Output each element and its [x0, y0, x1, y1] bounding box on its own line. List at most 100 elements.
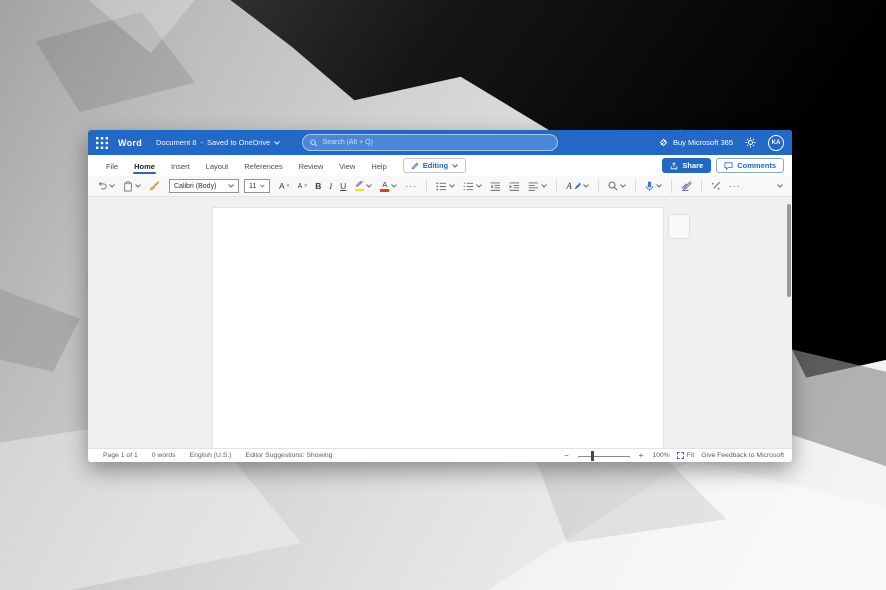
italic-glyph: I [329, 182, 332, 191]
tab-review[interactable]: Review [291, 158, 332, 174]
document-title-menu[interactable]: Document 8 - Saved to OneDrive [156, 138, 280, 147]
chevron-down-icon [109, 184, 115, 188]
chevron-down-icon [391, 184, 397, 188]
numbered-list-icon [463, 182, 474, 191]
toolbar-divider [556, 180, 557, 193]
avatar-initials: KA [772, 140, 781, 146]
magic-wand-icon [711, 181, 721, 191]
menubar-right: Share Comments [662, 158, 784, 173]
comment-margin-stub[interactable] [668, 214, 690, 239]
magnifier-icon [608, 181, 618, 191]
dictate-button[interactable] [642, 179, 665, 194]
designer-button[interactable] [708, 179, 724, 193]
caret-down-mark: ˅ [304, 183, 307, 189]
status-bar: Page 1 of 1 0 words English (U.S.) Edito… [88, 448, 792, 462]
buy-microsoft-365-button[interactable]: Buy Microsoft 365 [659, 138, 733, 147]
document-title: Document 8 [156, 138, 196, 147]
zoom-slider[interactable] [578, 451, 630, 461]
numbered-list-button[interactable] [460, 180, 485, 193]
font-color-glyph: A [382, 181, 387, 189]
underline-button[interactable]: U [337, 180, 349, 193]
fit-to-page-button[interactable]: Fit [677, 452, 695, 459]
tab-insert[interactable]: Insert [163, 158, 198, 174]
ellipsis-icon: ··· [405, 182, 417, 191]
decrease-indent-button[interactable] [487, 180, 504, 193]
account-avatar[interactable]: KA [768, 135, 784, 151]
paste-button[interactable] [120, 179, 144, 194]
chevron-down-icon [541, 184, 547, 188]
italic-button[interactable]: I [326, 180, 335, 193]
word-app-window: Word Document 8 - Saved to OneDrive Bu [88, 130, 792, 462]
comment-icon [724, 162, 733, 170]
zoom-level[interactable]: 100% [652, 452, 669, 459]
editing-mode-dropdown[interactable]: Editing [403, 158, 466, 173]
highlight-color-swatch [355, 189, 364, 192]
toolbar-divider [635, 180, 636, 193]
zoom-out-button[interactable]: − [562, 451, 571, 460]
share-icon [670, 162, 678, 170]
collapse-ribbon-button[interactable] [774, 182, 786, 190]
word-count-status[interactable]: 0 words [145, 452, 183, 459]
chevron-down-icon [274, 141, 280, 145]
vertical-scrollbar[interactable] [787, 204, 791, 297]
shrink-font-button[interactable]: A˅ [295, 181, 311, 192]
chevron-down-icon [656, 184, 662, 188]
highlighter-icon [354, 181, 364, 192]
chevron-down-icon [620, 184, 626, 188]
grow-font-button[interactable]: A˄ [276, 180, 293, 193]
more-font-options-button[interactable]: ··· [402, 180, 420, 193]
font-color-icon: A [380, 181, 389, 192]
chevron-down-icon [260, 184, 265, 188]
home-ribbon-toolbar: Calibri (Body) 11 A˄ A˅ B I U [88, 176, 792, 197]
document-canvas [88, 197, 792, 448]
buy-label: Buy Microsoft 365 [673, 138, 733, 147]
editor-suggestions-status[interactable]: Editor Suggestions: Showing [239, 452, 340, 459]
share-button[interactable]: Share [662, 158, 711, 173]
font-name-dropdown[interactable]: Calibri (Body) [169, 179, 239, 193]
settings-gear-icon[interactable] [745, 137, 756, 148]
zoom-slider-thumb[interactable] [591, 451, 594, 461]
ellipsis-icon: ··· [729, 182, 741, 191]
highlight-color-button[interactable] [351, 179, 375, 194]
search-box[interactable] [302, 134, 558, 151]
app-launcher-icon[interactable] [96, 137, 108, 149]
bold-button[interactable]: B [312, 180, 324, 193]
chevron-down-icon [366, 184, 372, 188]
font-size-dropdown[interactable]: 11 [244, 179, 270, 193]
page-count-status[interactable]: Page 1 of 1 [96, 452, 145, 459]
tab-home[interactable]: Home [126, 158, 163, 174]
bullet-list-button[interactable] [433, 180, 458, 193]
undo-button[interactable] [94, 179, 118, 193]
tab-help[interactable]: Help [363, 158, 394, 174]
comments-button[interactable]: Comments [716, 158, 784, 173]
shrink-font-glyph: A [298, 183, 303, 190]
tab-layout[interactable]: Layout [198, 158, 237, 174]
tab-file[interactable]: File [98, 158, 126, 174]
zoom-in-button[interactable]: + [637, 451, 646, 460]
bold-glyph: B [315, 182, 321, 191]
find-button[interactable] [605, 179, 629, 193]
tab-references[interactable]: References [236, 158, 290, 174]
language-status[interactable]: English (U.S.) [183, 452, 239, 459]
editor-button[interactable] [678, 179, 695, 193]
document-page[interactable] [212, 207, 664, 448]
styles-button[interactable]: A [563, 180, 592, 193]
format-painter-brush-icon [149, 181, 160, 191]
more-ribbon-options-button[interactable]: ··· [726, 180, 744, 193]
toolbar-divider [701, 180, 702, 193]
increase-indent-button[interactable] [506, 180, 523, 193]
pencil-icon [411, 162, 419, 170]
font-color-button[interactable]: A [377, 179, 400, 194]
alignment-button[interactable] [525, 180, 550, 193]
tab-view[interactable]: View [331, 158, 363, 174]
share-label: Share [682, 161, 703, 170]
underline-glyph: U [340, 182, 346, 191]
format-painter-button[interactable] [146, 179, 163, 193]
search-input[interactable] [323, 139, 550, 146]
clipboard-icon [123, 181, 133, 192]
font-name-value: Calibri (Body) [174, 183, 216, 190]
titlebar: Word Document 8 - Saved to OneDrive Bu [88, 130, 792, 155]
styles-glyph: A [566, 182, 572, 191]
styles-pen-icon [574, 182, 581, 190]
feedback-link[interactable]: Give Feedback to Microsoft [701, 452, 784, 459]
